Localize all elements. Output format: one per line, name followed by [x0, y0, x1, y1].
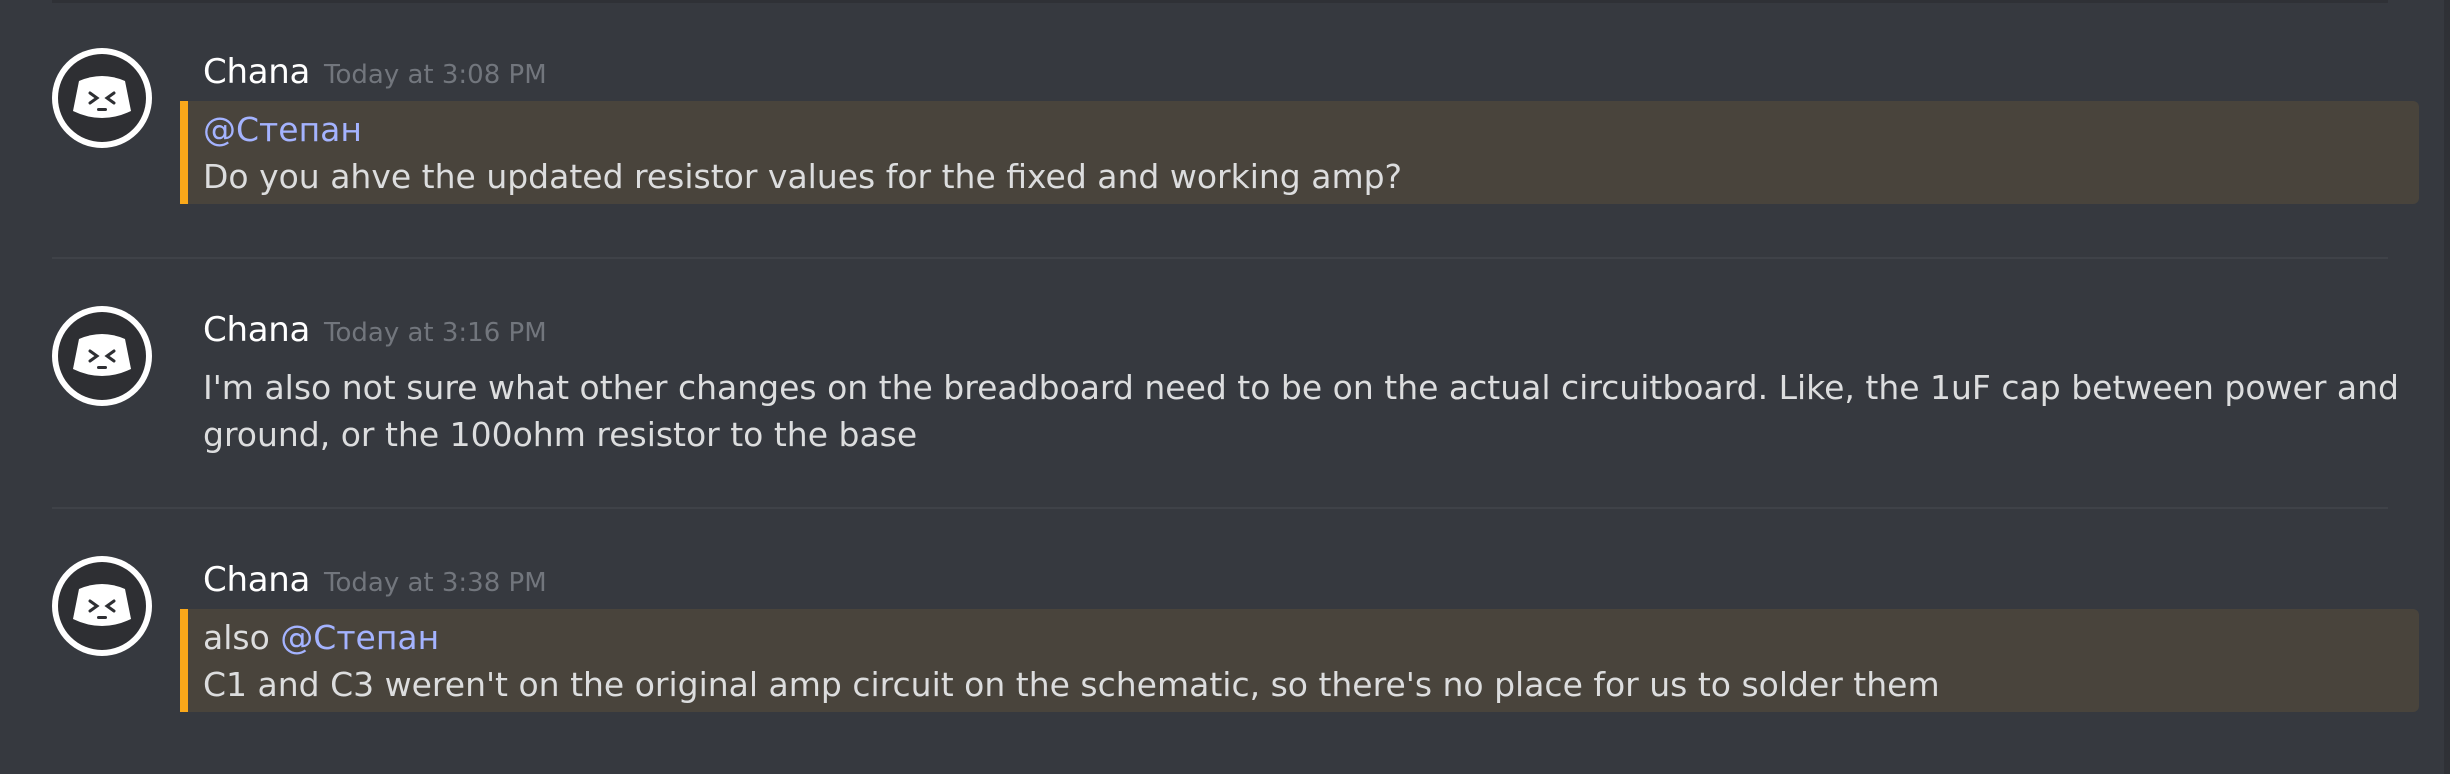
message-divider: [52, 507, 2388, 509]
message-text: I'm also not sure what other changes on …: [203, 368, 2399, 407]
discord-clyde-avatar-icon: [73, 76, 131, 118]
user-mention[interactable]: @Степан: [203, 110, 362, 149]
top-divider: [52, 0, 2388, 3]
avatar[interactable]: [52, 556, 152, 656]
username[interactable]: Chana: [203, 310, 310, 350]
message-text: ground, or the 100ohm resistor to the ba…: [203, 415, 918, 454]
discord-clyde-avatar-icon: [73, 584, 131, 626]
message-text: C1 and C3 weren't on the original amp ci…: [203, 665, 1940, 704]
message-divider: [52, 257, 2388, 259]
username[interactable]: Chana: [203, 560, 310, 600]
avatar[interactable]: [52, 48, 152, 148]
discord-clyde-avatar-icon: [73, 334, 131, 376]
timestamp[interactable]: Today at 3:16 PM: [324, 318, 547, 348]
user-mention[interactable]: @Степан: [280, 618, 439, 657]
avatar[interactable]: [52, 306, 152, 406]
username[interactable]: Chana: [203, 52, 310, 92]
message-text: also: [203, 618, 270, 657]
message-text: Do you ahve the updated resistor values …: [203, 157, 1403, 196]
timestamp[interactable]: Today at 3:38 PM: [324, 568, 547, 598]
chat-message-list: Chana Today at 3:08 PM @Степан Do you ah…: [0, 0, 2450, 774]
timestamp[interactable]: Today at 3:08 PM: [324, 60, 547, 90]
scrollbar-track[interactable]: [2444, 0, 2450, 774]
